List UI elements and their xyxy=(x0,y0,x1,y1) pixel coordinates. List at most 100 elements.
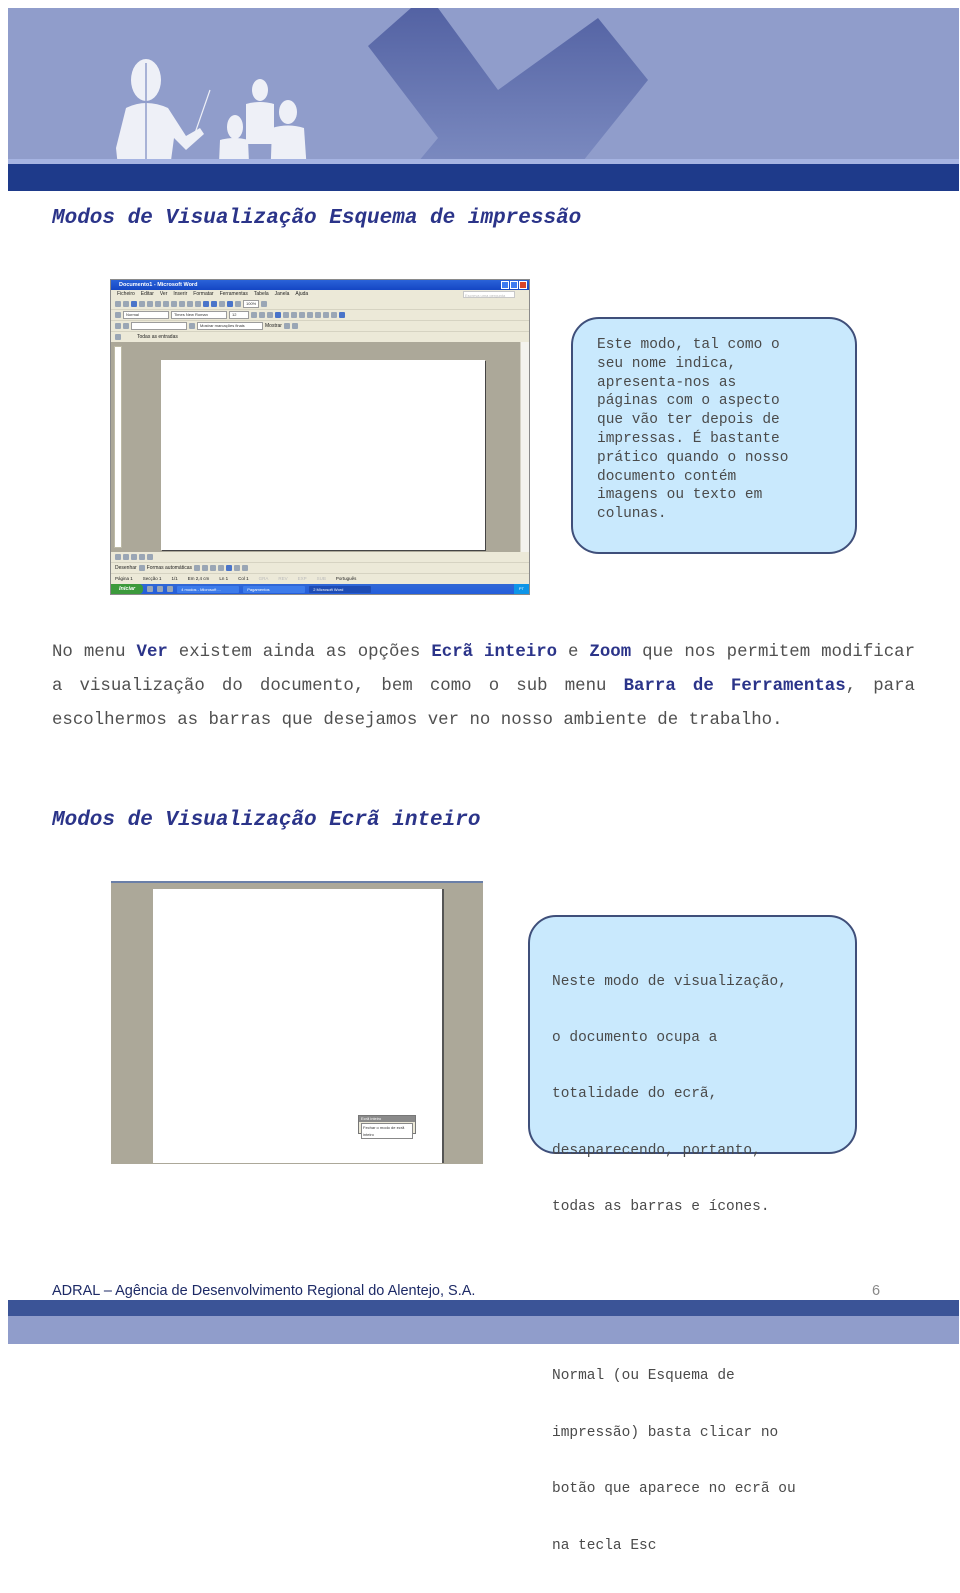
open-icon xyxy=(123,301,129,307)
status-section: Secção 1 xyxy=(142,576,162,581)
callout-line: Normal (ou Esquema de xyxy=(552,1368,735,1385)
word-print-layout-screenshot: Documento1 - Microsoft Word Ficheiro Edi… xyxy=(110,279,530,595)
preview-icon xyxy=(147,301,153,307)
status-line: Ln 1 xyxy=(219,576,229,581)
comment-balloon-icon xyxy=(115,334,121,340)
align-right-icon xyxy=(291,312,297,318)
table-tools-icon xyxy=(147,554,153,560)
indent-icon xyxy=(323,312,329,318)
align-left-icon xyxy=(275,312,281,318)
vertical-ruler xyxy=(114,346,122,548)
callout-line: Este modo, tal como o xyxy=(597,337,780,353)
status-ovr: SUB xyxy=(316,576,326,581)
full-screen-toolbar: Ecrã inteiro Fechar o modo de ecrã intei… xyxy=(358,1115,416,1139)
status-ext: EXP xyxy=(297,576,307,581)
line-toolbar xyxy=(111,552,529,563)
border-style-icon xyxy=(139,554,145,560)
callout-line: impressão) basta clicar no xyxy=(552,1424,779,1441)
menu-item: Ficheiro xyxy=(117,291,135,297)
size-select: 12 xyxy=(229,311,249,319)
table-icon xyxy=(211,301,217,307)
callout-line: páginas com o aspecto xyxy=(597,393,780,410)
footer-band-light xyxy=(8,1316,959,1344)
section-title-print-layout: Modos de Visualização Esquema de impress… xyxy=(52,207,582,230)
banner-stripe xyxy=(8,164,959,191)
markup-select: Mostrar marcações finais xyxy=(197,322,263,330)
menu-bar: Ficheiro Editar Ver Inserir Formatar Fer… xyxy=(111,290,529,299)
close-icon xyxy=(519,281,527,289)
border-icon xyxy=(331,312,337,318)
quicklaunch-icon xyxy=(147,586,154,592)
textbox-icon xyxy=(225,565,232,571)
menu-item: Formatar xyxy=(193,291,214,297)
document-area xyxy=(111,342,529,552)
justify-icon xyxy=(299,312,305,318)
bottom-toolbars: Desenhar Formas automáticas Página 1 Sec… xyxy=(111,552,529,583)
markup-show-button: Mostrar xyxy=(265,323,282,329)
wordart-icon xyxy=(233,565,240,571)
reject-icon xyxy=(291,323,298,329)
help-search-box: Escreva uma pergunta xyxy=(463,291,515,298)
menu-item: Editar xyxy=(140,291,154,297)
status-page: Página 1 xyxy=(115,576,133,581)
save-icon xyxy=(131,301,137,307)
callout-line: impressas. É bastante xyxy=(597,430,780,447)
callout-line: seu nome indica, xyxy=(597,355,737,372)
full-screen-term: Ecrã inteiro xyxy=(431,643,558,662)
draw-menu: Desenhar xyxy=(115,565,137,571)
print-layout-callout: Este modo, tal como o seu nome indica, a… xyxy=(571,317,857,554)
underline-icon xyxy=(267,312,273,318)
zoom-term: Zoom xyxy=(589,643,632,662)
callout-line: prático quando o nosso xyxy=(597,449,789,466)
pen-icon xyxy=(115,554,121,560)
section-title-full-screen: Modos de Visualização Ecrã inteiro xyxy=(52,809,481,832)
text: existem ainda as opções xyxy=(167,643,432,662)
callout-line: apresenta-nos as xyxy=(597,374,737,391)
callout-line: Neste modo de visualização, xyxy=(552,973,787,990)
start-button: Iniciar xyxy=(111,584,144,594)
window-titlebar: Documento1 - Microsoft Word xyxy=(111,280,529,290)
window-title: Documento1 - Microsoft Word xyxy=(119,282,198,288)
menu-item: Ajuda xyxy=(295,291,309,297)
close-full-screen-button: Fechar o modo de ecrã inteiro xyxy=(361,1123,413,1139)
font-color-icon xyxy=(339,312,345,318)
callout-line: desaparecendo, portanto, xyxy=(552,1142,761,1159)
menu-item: Tabela xyxy=(253,291,269,297)
callout-line: documento contém xyxy=(597,468,737,485)
bold-icon xyxy=(251,312,257,318)
windows-taskbar: Iniciar 4 modos - Microsoft ... Pagament… xyxy=(111,584,529,594)
minimize-icon xyxy=(501,281,509,289)
new-icon xyxy=(115,301,121,307)
oval-icon xyxy=(217,565,224,571)
rectangle-icon xyxy=(209,565,216,571)
review-icon xyxy=(189,323,195,329)
callout-line: totalidade do ecrã, xyxy=(552,1086,718,1103)
hyperlink-icon xyxy=(203,301,209,307)
callout-line: todas as barras e ícones. xyxy=(552,1199,770,1216)
paste-icon xyxy=(179,301,185,307)
menu-ver-term: Ver xyxy=(136,643,168,662)
line-icon xyxy=(193,565,200,571)
menu-item: Inserir xyxy=(173,291,188,297)
callout-line: imagens ou texto em xyxy=(597,487,763,504)
status-language: Português xyxy=(335,576,357,581)
accept-icon xyxy=(283,323,290,329)
word-full-screen-screenshot: Ecrã inteiro Fechar o modo de ecrã intei… xyxy=(111,881,483,1164)
status-column: Col 1 xyxy=(238,576,249,581)
body-paragraph: No menu Ver existem ainda as opções Ecrã… xyxy=(52,636,915,738)
copy-icon xyxy=(171,301,177,307)
status-pages: 1/1 xyxy=(171,576,178,581)
font-select: Times New Roman xyxy=(171,311,227,319)
reviewers-select: Todas as entradas xyxy=(137,334,178,340)
footer-band xyxy=(8,1300,959,1316)
arrow-icon xyxy=(201,565,208,571)
full-screen-toolbar-title: Ecrã inteiro xyxy=(359,1116,415,1122)
status-position: Em 2,4 cm xyxy=(187,576,210,581)
autoshapes-menu: Formas automáticas xyxy=(146,565,192,571)
menu-item: Ver xyxy=(159,291,168,297)
disabled-field xyxy=(131,322,187,330)
zoom-select: 100% xyxy=(243,300,260,308)
style-select: Normal xyxy=(123,311,169,319)
bullets-icon xyxy=(315,312,321,318)
menu-item: Janela xyxy=(274,291,290,297)
